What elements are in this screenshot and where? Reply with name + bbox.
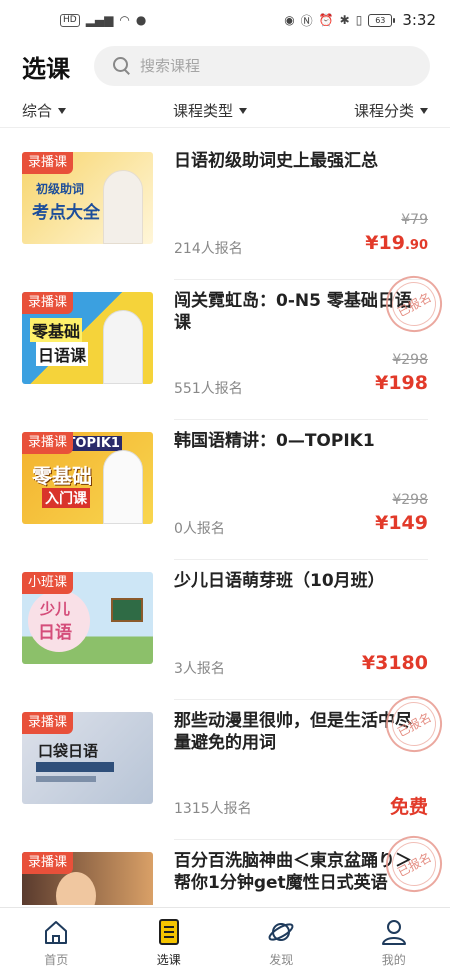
course-price: ¥149	[375, 512, 428, 534]
tab-profile-label: 我的	[381, 953, 406, 967]
original-price: ¥298	[392, 352, 428, 368]
thumbnail-caption: 零基础	[32, 464, 92, 488]
thumbnail-caption: 日语课	[36, 342, 89, 366]
thumbnail-caption: 零基础	[30, 318, 83, 342]
status-right: ◉ Ⓝ ⏰ ✱ ▯ 63 3:32	[284, 11, 436, 29]
tab-profile[interactable]: 我的	[338, 908, 450, 975]
price-cents: .90	[404, 238, 428, 253]
course-type-badge: 录播课	[22, 432, 74, 454]
thumbnail-caption: 口袋日语	[38, 742, 99, 760]
course-type-badge: 录播课	[22, 292, 74, 314]
wifi-icon: ◠	[119, 13, 130, 27]
course-price: ¥3180	[362, 652, 428, 674]
eye-icon: ◉	[284, 13, 295, 27]
enrolled-count: 214人报名	[174, 241, 243, 257]
course-thumbnail: 录播课	[22, 852, 153, 905]
filter-sort[interactable]: 综合	[22, 100, 67, 121]
caret-down-icon	[239, 107, 247, 114]
thumbnail-caption: 入门课	[42, 488, 90, 508]
status-left: HD ▂▄▆ ◠ ●	[60, 13, 146, 27]
tab-home-label: 首页	[44, 953, 69, 967]
filter-course-type[interactable]: 课程类型	[173, 100, 247, 121]
signal-icon: ▂▄▆	[85, 13, 114, 27]
course-thumbnail: 少儿 日语 小班课	[22, 572, 153, 664]
user-icon	[381, 920, 406, 945]
course-thumbnail: 0-TOPIK1 零基础 入门课 录播课	[22, 432, 153, 524]
course-type-badge: 录播课	[22, 152, 74, 174]
planet-icon	[268, 923, 294, 941]
nfc-icon: Ⓝ	[300, 13, 313, 28]
teacher-photo	[103, 170, 143, 244]
caret-down-icon	[419, 107, 428, 114]
teacher-photo	[103, 310, 143, 384]
price-main: 免费	[389, 796, 428, 818]
course-thumbnail: 零基础 日语课 录播课	[22, 292, 153, 384]
course-title: 少儿日语萌芽班（10月班）	[174, 571, 385, 591]
enrolled-count: 0人报名	[174, 521, 225, 537]
filter-course-category[interactable]: 课程分类	[354, 100, 428, 121]
course-item[interactable]: 零基础 日语课 录播课 闯关霓虹岛：0-N5 零基础日语课 ¥298 551人报…	[0, 266, 450, 420]
course-icon	[158, 919, 179, 945]
original-price: ¥79	[401, 212, 428, 228]
course-type-badge: 录播课	[22, 712, 74, 734]
course-thumbnail: 初级助词 考点大全 录播课	[22, 152, 153, 244]
price-main: ¥149	[375, 512, 428, 534]
filter-sort-label: 综合	[22, 102, 53, 120]
thumbnail-caption: 考点大全	[32, 203, 100, 223]
course-type-badge: 录播课	[22, 852, 74, 874]
search-box[interactable]	[94, 46, 430, 86]
enrolled-count: 3人报名	[174, 661, 225, 677]
thumbnail-subtitle-bar	[36, 776, 96, 782]
course-thumbnail: 口袋日语 录播课	[22, 712, 153, 804]
alarm-icon: ⏰	[318, 13, 334, 27]
course-price: ¥19.90	[365, 232, 428, 254]
price-main: ¥3180	[361, 652, 428, 674]
bottom-tab-bar: 首页 选课 发现 我的	[0, 907, 450, 975]
caret-down-icon	[58, 107, 67, 114]
tab-course-label: 选课	[156, 953, 181, 967]
course-item[interactable]: 口袋日语 录播课 那些动漫里很帅，但是生活中尽量避免的用词 1315人报名 免费…	[0, 686, 450, 840]
price-main: ¥198	[375, 372, 428, 394]
search-input[interactable]	[140, 57, 340, 75]
course-item[interactable]: 初级助词 考点大全 录播课 日语初级助词史上最强汇总 ¥79 214人报名 ¥1…	[0, 140, 450, 280]
teacher-photo	[103, 450, 143, 524]
message-icon: ●	[135, 13, 147, 27]
header: 选课	[0, 42, 450, 90]
bluetooth-icon: ✱	[339, 13, 350, 27]
enrolled-count: 551人报名	[174, 381, 243, 397]
tab-discover[interactable]: 发现	[225, 908, 338, 975]
filter-course-category-label: 课程分类	[353, 102, 414, 120]
thumbnail-caption: 少儿	[40, 600, 71, 618]
home-icon	[45, 921, 68, 944]
battery-icon: 63	[368, 13, 396, 27]
course-title: 韩国语精讲：0—TOPIK1	[174, 431, 375, 451]
course-list[interactable]: 初级助词 考点大全 录播课 日语初级助词史上最强汇总 ¥79 214人报名 ¥1…	[0, 140, 450, 905]
search-icon	[112, 56, 132, 76]
filter-course-type-label: 课程类型	[172, 102, 233, 120]
price-main: ¥19	[365, 232, 405, 254]
enrolled-count: 1315人报名	[174, 801, 252, 817]
course-price: ¥198	[375, 372, 428, 394]
tab-discover-label: 发现	[269, 953, 294, 967]
vibrate-icon: ▯	[355, 13, 363, 27]
thumbnail-caption: 初级助词	[36, 182, 85, 196]
thumbnail-subtitle-bar	[36, 762, 114, 772]
performer-photo	[56, 872, 96, 905]
course-item[interactable]: 录播课 百分百洗脑神曲＜東京盆踊り＞帮你1分钟get魔性日式英语 已报名	[0, 826, 450, 905]
original-price: ¥298	[392, 492, 428, 508]
tab-course[interactable]: 选课	[113, 908, 226, 975]
page-title: 选课	[22, 54, 70, 83]
chalkboard-illustration	[111, 598, 143, 622]
thumbnail-caption: 日语	[38, 623, 72, 643]
filter-bar: 综合 课程类型 课程分类	[0, 94, 450, 128]
course-item[interactable]: 0-TOPIK1 零基础 入门课 录播课 韩国语精讲：0—TOPIK1 ¥298…	[0, 420, 450, 560]
course-title: 日语初级助词史上最强汇总	[174, 151, 378, 171]
course-price: 免费	[390, 792, 428, 819]
status-bar: HD ▂▄▆ ◠ ● ◉ Ⓝ ⏰ ✱ ▯ 63 3:32	[0, 0, 450, 40]
course-item[interactable]: 少儿 日语 小班课 少儿日语萌芽班（10月班） 3人报名 ¥3180	[0, 560, 450, 700]
tab-home[interactable]: 首页	[0, 908, 113, 975]
hd-indicator: HD	[60, 13, 80, 27]
course-type-badge: 小班课	[22, 572, 74, 594]
clock: 3:32	[402, 11, 436, 29]
